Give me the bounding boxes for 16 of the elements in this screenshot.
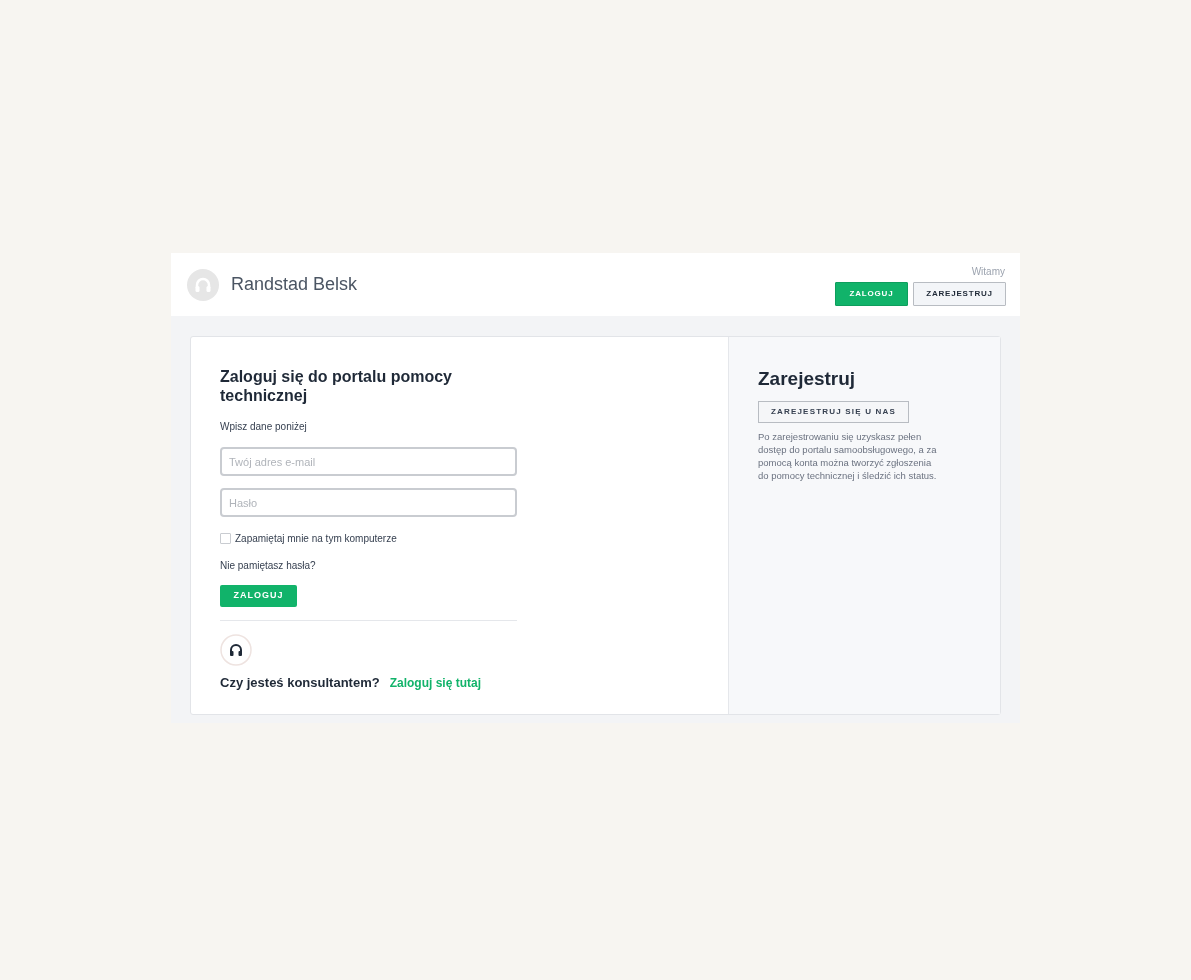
register-description: Po zarejestrowaniu się uzyskasz pełen dostęp do portalu samoobsługowego, a za pomocą konta można tworzyć zgłoszenia do pomocy technicznej i śledzić ich status. [758, 429, 938, 482]
email-field[interactable]: Twój adres e-mail [220, 447, 517, 476]
register-title: Zarejestruj [758, 367, 857, 391]
register-button[interactable]: ZAREJESTRUJ [913, 282, 1006, 306]
forgot-password-link[interactable]: Nie pamiętasz hasła? [220, 558, 316, 573]
remember-checkbox[interactable] [220, 533, 231, 544]
agent-question: Czy jesteś konsultantem? [220, 674, 380, 692]
greeting-text: Witamy [971, 267, 1005, 277]
password-field[interactable]: Hasło [220, 488, 517, 517]
register-button[interactable]: ZAREJESTRUJ SIĘ U NAS [758, 400, 909, 423]
headset-logo-icon [187, 268, 219, 301]
remember-label[interactable]: Zapamiętaj mnie na tym komputerze [235, 531, 397, 546]
headset-icon [220, 634, 252, 666]
instruction-text: Wpisz dane poniżej [220, 420, 308, 434]
login-title: Zaloguj się do portalu pomocy technicznej [220, 367, 453, 405]
brand-name: Randstad Belsk [231, 273, 358, 296]
